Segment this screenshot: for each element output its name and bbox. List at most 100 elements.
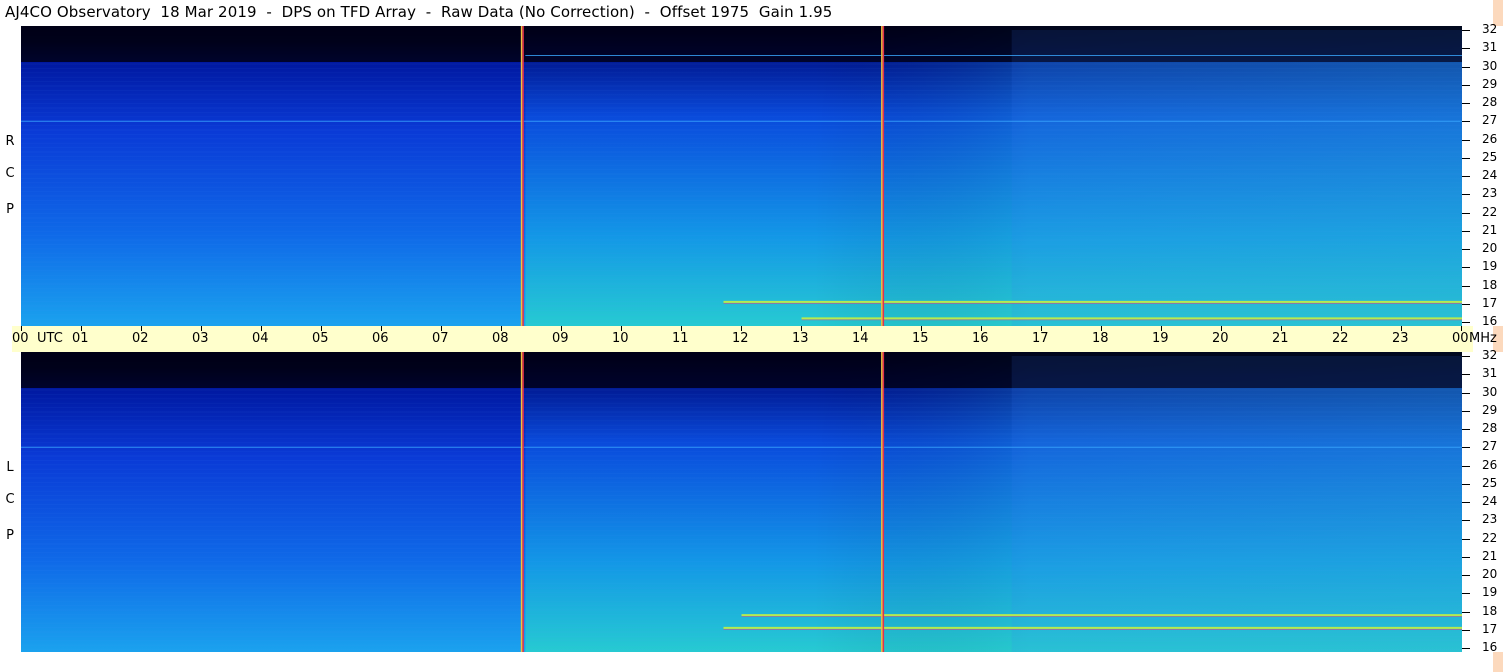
time-tick-label: 04 bbox=[252, 331, 269, 346]
lcp-freq-tick bbox=[1462, 611, 1470, 613]
time-tick-label: 05 bbox=[312, 331, 329, 346]
lcp-calibration-marker-edge bbox=[522, 352, 524, 652]
time-tick-label: 20 bbox=[1212, 331, 1229, 346]
lcp-freq-tick bbox=[1462, 465, 1470, 467]
lcp-freq-tick bbox=[1462, 520, 1470, 522]
rcp-freq-tick-label: 16 bbox=[1482, 314, 1498, 328]
rcp-letter-c: C bbox=[5, 166, 15, 181]
time-tick-label: 00 bbox=[12, 331, 29, 346]
rcp-freq-tick bbox=[1462, 322, 1470, 323]
rcp-freq-tick-label: 22 bbox=[1482, 204, 1498, 219]
time-tick-label: 18 bbox=[1092, 331, 1109, 346]
utc-label: UTC bbox=[37, 331, 63, 346]
lcp-freq-tick bbox=[1462, 374, 1470, 376]
time-tick-label: 09 bbox=[552, 331, 569, 346]
lcp-freq-tick bbox=[1462, 575, 1470, 576]
time-tick-label: 02 bbox=[132, 331, 149, 346]
rcp-freq-tick-label: 29 bbox=[1482, 76, 1498, 91]
rcp-label: R C P bbox=[3, 26, 17, 326]
lcp-freq-tick bbox=[1462, 429, 1470, 430]
lcp-freq-tick bbox=[1462, 593, 1470, 595]
rcp-freq-tick bbox=[1462, 194, 1470, 196]
lcp-freq-tick-label: 16 bbox=[1482, 640, 1498, 654]
time-tick-label: 14 bbox=[852, 331, 869, 346]
rcp-letter-p: P bbox=[6, 202, 14, 217]
time-tick-label: 12 bbox=[732, 331, 749, 346]
lcp-letter-p: P bbox=[6, 528, 14, 543]
lcp-letter-l: L bbox=[6, 460, 14, 475]
rcp-freq-tick bbox=[1462, 230, 1470, 232]
rcp-calibration-marker-edge bbox=[882, 26, 885, 326]
rcp-spectrogram bbox=[21, 26, 1462, 326]
rcp-freq-tick-label: 26 bbox=[1482, 131, 1498, 146]
rcp-freq-tick-label: 25 bbox=[1482, 149, 1498, 164]
lcp-freq-tick-label: 21 bbox=[1482, 548, 1498, 563]
rcp-calibration-marker bbox=[520, 26, 523, 326]
lcp-freq-tick bbox=[1462, 447, 1470, 449]
lcp-freq-tick-label: 32 bbox=[1482, 348, 1498, 362]
rcp-freq-tick bbox=[1462, 267, 1470, 269]
rcp-freq-tick-label: 31 bbox=[1482, 40, 1498, 55]
lcp-freq-tick bbox=[1462, 629, 1470, 631]
rcp-freq-tick-label: 21 bbox=[1482, 222, 1498, 237]
lcp-freq-tick-label: 25 bbox=[1482, 475, 1498, 490]
time-tick-label: 08 bbox=[492, 331, 509, 346]
time-tick-label: 21 bbox=[1272, 331, 1289, 346]
lcp-spectrogram-svg bbox=[21, 352, 1462, 652]
time-tick-label: 17 bbox=[1032, 331, 1049, 346]
lcp-freq-tick-label: 26 bbox=[1482, 457, 1498, 472]
time-tick-label: 10 bbox=[612, 331, 629, 346]
rcp-freq-tick-label: 28 bbox=[1482, 95, 1498, 109]
rcp-brightness-step bbox=[1011, 30, 1462, 326]
rcp-freq-tick-label: 30 bbox=[1482, 58, 1498, 73]
time-axis: 00 01 02 03 04 05 06 07 08 09 10 11 12 13 14 15 16 17 18 19… bbox=[12, 326, 1497, 352]
rcp-frequency-axis: 32 31 30 29 28 27 26 25 24 23 22 21 20 19 18 17 16 bbox=[1462, 22, 1503, 328]
rcp-freq-tick-label: 18 bbox=[1482, 277, 1498, 292]
rcp-freq-tick bbox=[1462, 212, 1470, 214]
rcp-freq-tick-label: 20 bbox=[1482, 241, 1498, 255]
lcp-freq-tick bbox=[1462, 502, 1470, 503]
lcp-freq-tick-label: 19 bbox=[1482, 585, 1498, 600]
lcp-calibration-marker bbox=[520, 352, 523, 652]
lcp-freq-tick-label: 23 bbox=[1482, 512, 1498, 527]
rcp-freq-tick-label: 27 bbox=[1482, 113, 1498, 128]
lcp-freq-tick-label: 22 bbox=[1482, 530, 1498, 545]
rcp-calibration-marker bbox=[881, 26, 883, 326]
lcp-frequency-axis: 32 31 30 29 28 27 26 25 24 23 22 21 20 19 18 17 16 bbox=[1462, 348, 1503, 654]
rcp-calibration-marker-edge bbox=[522, 26, 524, 326]
lcp-freq-tick-label: 31 bbox=[1482, 366, 1498, 381]
lcp-freq-tick bbox=[1462, 556, 1470, 558]
time-tick-label: 19 bbox=[1152, 331, 1169, 346]
rcp-freq-tick bbox=[1462, 157, 1470, 159]
lcp-freq-tick-label: 20 bbox=[1482, 567, 1498, 581]
time-tick-label: 07 bbox=[432, 331, 449, 346]
lcp-freq-tick-label: 17 bbox=[1482, 621, 1498, 636]
lcp-freq-tick-label: 24 bbox=[1482, 494, 1498, 508]
rcp-freq-tick bbox=[1462, 176, 1470, 177]
lcp-freq-tick-label: 29 bbox=[1482, 402, 1498, 417]
rcp-freq-tick bbox=[1462, 84, 1470, 86]
rcp-freq-tick-label: 17 bbox=[1482, 295, 1498, 310]
rcp-freq-tick bbox=[1462, 303, 1470, 305]
time-tick-label: 22 bbox=[1332, 331, 1349, 346]
lcp-freq-tick bbox=[1462, 356, 1470, 357]
time-tick-label: 13 bbox=[792, 331, 809, 346]
time-tick-label: 00 bbox=[1452, 331, 1469, 346]
rcp-freq-tick-label: 19 bbox=[1482, 259, 1498, 274]
time-tick-label: 23 bbox=[1392, 331, 1409, 346]
rcp-spectrogram-svg bbox=[21, 26, 1462, 326]
lcp-freq-tick bbox=[1462, 392, 1470, 394]
rcp-freq-tick bbox=[1462, 121, 1470, 123]
lcp-freq-tick-label: 28 bbox=[1482, 421, 1498, 435]
rcp-freq-tick bbox=[1462, 139, 1470, 141]
lcp-freq-tick bbox=[1462, 483, 1470, 485]
time-tick-label: 15 bbox=[912, 331, 929, 346]
lcp-calibration-marker bbox=[881, 352, 883, 652]
lcp-freq-tick-label: 18 bbox=[1482, 603, 1498, 618]
rcp-freq-tick bbox=[1462, 285, 1470, 287]
time-tick-label: 06 bbox=[372, 331, 389, 346]
rcp-freq-tick-label: 24 bbox=[1482, 168, 1498, 182]
rcp-letter-r: R bbox=[5, 134, 15, 149]
lcp-freq-tick-label: 27 bbox=[1482, 439, 1498, 454]
rcp-freq-tick-label: 23 bbox=[1482, 186, 1498, 201]
